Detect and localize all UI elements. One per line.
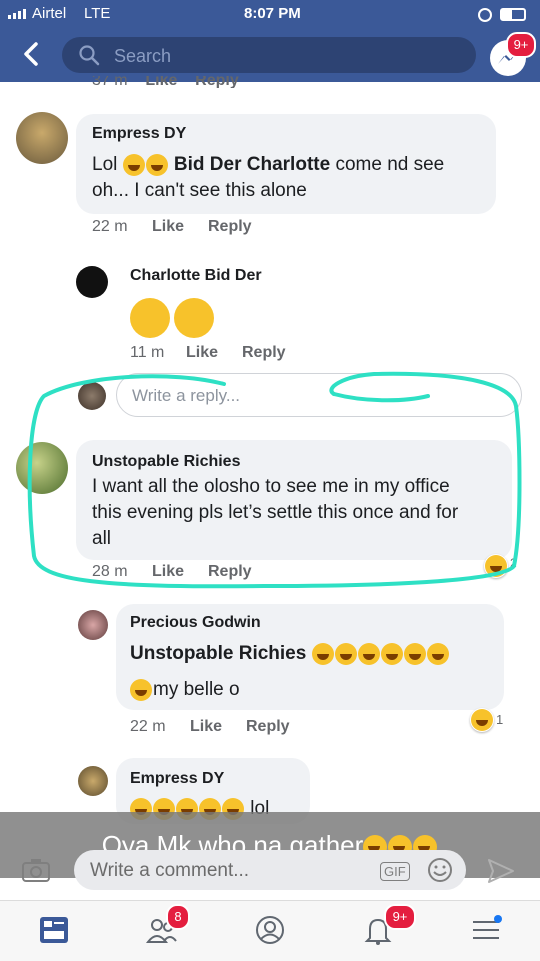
like-button[interactable]: Like <box>186 344 218 362</box>
status-bar: Airtel LTE 8:07 PM <box>0 0 540 30</box>
avatar[interactable] <box>16 112 68 164</box>
profile-icon[interactable] <box>254 914 286 946</box>
camera-icon[interactable] <box>20 854 52 886</box>
search-icon <box>78 44 100 66</box>
reply-button[interactable]: Reply <box>246 718 290 736</box>
emoji-icon[interactable] <box>426 856 454 884</box>
search-placeholder: Search <box>114 46 172 66</box>
rofl-emoji-icon <box>380 642 403 665</box>
mention-link[interactable]: Bid Der Charlotte <box>174 154 330 175</box>
comment-meta: 22 m <box>92 218 128 235</box>
network-label: LTE <box>84 5 111 22</box>
avatar[interactable] <box>78 610 108 640</box>
smile-emoji-icon <box>130 298 170 338</box>
orientation-lock-icon <box>478 8 492 22</box>
comment-time: 22 m <box>130 718 166 735</box>
notifications-badge: 9+ <box>384 904 416 930</box>
avatar[interactable] <box>78 766 108 796</box>
carrier-label: Airtel <box>32 5 67 22</box>
signal-icon <box>8 9 26 19</box>
like-button[interactable]: Like <box>152 218 184 236</box>
comment-author[interactable]: Precious Godwin <box>130 614 261 632</box>
reply-button[interactable]: Reply <box>242 344 286 362</box>
rofl-emoji-icon <box>334 642 357 665</box>
mention-link[interactable]: Unstopable Richies <box>130 643 306 664</box>
comment-author[interactable]: Empress DY <box>92 125 186 143</box>
like-button[interactable]: Like <box>190 718 222 736</box>
back-icon[interactable] <box>16 38 48 70</box>
rofl-emoji-icon <box>311 642 334 665</box>
battery-icon <box>500 8 526 21</box>
comment-text: Unstopable Richies <box>130 641 500 667</box>
haha-reaction-icon <box>471 709 493 731</box>
reaction-count: 1 <box>496 712 504 727</box>
menu-icon[interactable] <box>470 914 502 946</box>
comment-text-line2: my belle o <box>130 677 240 703</box>
send-icon[interactable] <box>486 856 516 886</box>
previous-comment-meta: 37 m Like Reply <box>92 76 239 88</box>
comment-author[interactable]: Charlotte Bid Der <box>130 267 262 285</box>
smile-emoji-icon <box>174 298 214 338</box>
clock: 8:07 PM <box>244 5 301 22</box>
laughing-emoji-icon <box>145 153 168 176</box>
avatar[interactable] <box>76 266 108 298</box>
rofl-emoji-icon <box>130 678 152 701</box>
gif-button[interactable]: GIF <box>380 862 410 881</box>
rofl-emoji-icon <box>403 642 426 665</box>
rofl-emoji-icon <box>357 642 380 665</box>
comment-placeholder: Write a comment... <box>90 860 250 881</box>
comment-author[interactable]: Empress DY <box>130 770 224 788</box>
comment-text <box>130 298 214 338</box>
comment-time: 11 m <box>130 344 165 361</box>
messenger-badge: 9+ <box>506 32 536 58</box>
comment-text: Lol Bid Der Charlotte come nd see oh... … <box>92 153 445 201</box>
rofl-emoji-icon <box>426 642 449 665</box>
news-feed-icon[interactable] <box>38 914 70 946</box>
reaction-icon[interactable] <box>470 708 494 732</box>
laughing-emoji-icon <box>122 153 145 176</box>
friends-badge: 8 <box>166 904 190 930</box>
reply-button[interactable]: Reply <box>208 218 252 236</box>
highlight-ring <box>27 371 522 589</box>
